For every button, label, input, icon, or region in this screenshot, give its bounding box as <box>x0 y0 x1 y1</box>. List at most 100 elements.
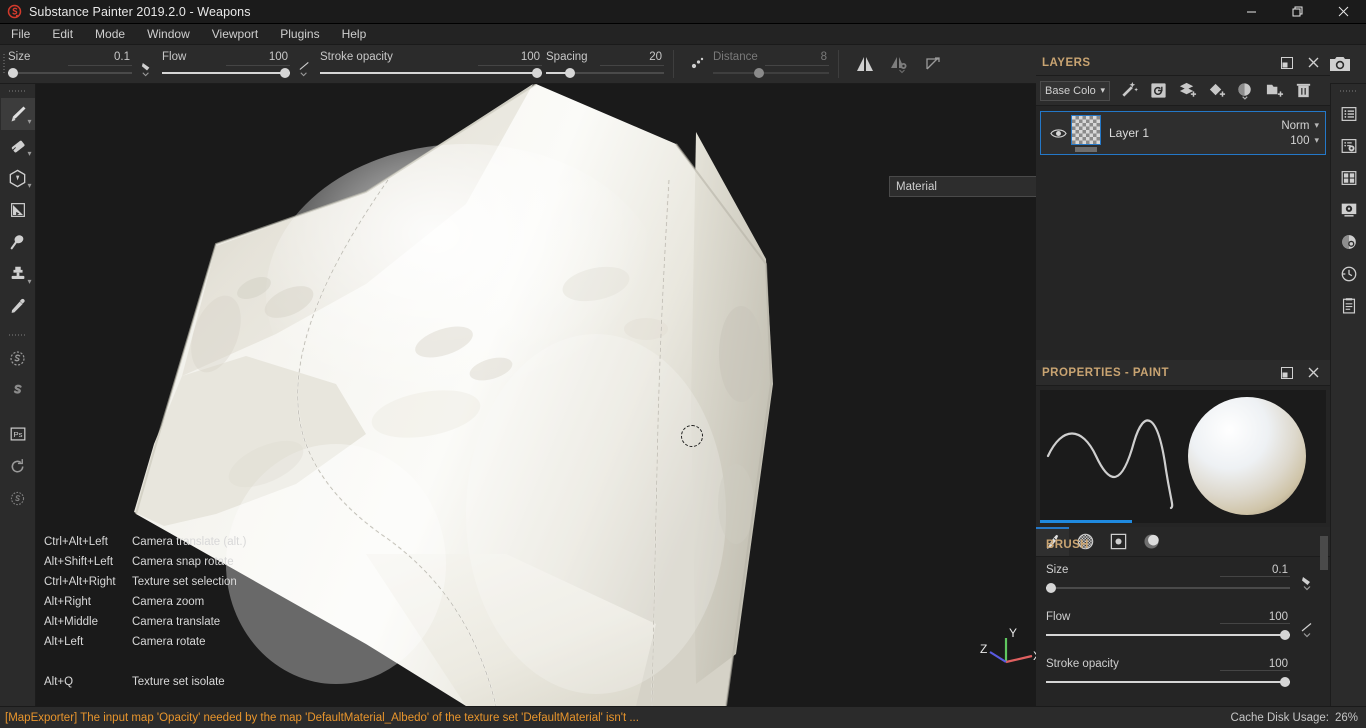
menu-mode[interactable]: Mode <box>84 24 136 45</box>
size-slider[interactable] <box>8 67 132 79</box>
property-size-label: Size <box>1046 564 1069 576</box>
menu-viewport[interactable]: Viewport <box>201 24 269 45</box>
texture-set-settings-button[interactable] <box>1332 130 1366 162</box>
float-panel-icon[interactable] <box>1276 362 1298 384</box>
flow-slider[interactable] <box>162 67 290 79</box>
layer-name[interactable]: Layer 1 <box>1109 126 1149 140</box>
substance-particle-tool[interactable] <box>1 342 35 374</box>
layer-opacity-value: 100 <box>1290 134 1310 147</box>
refresh-icon-button[interactable] <box>1 450 35 482</box>
folder-add-icon[interactable] <box>1261 78 1288 104</box>
add-effect-button[interactable] <box>1116 78 1143 104</box>
flow-dynamics-button[interactable] <box>290 45 320 84</box>
paint-brush-tool[interactable]: ▾ <box>0 98 35 130</box>
viewport-canvas[interactable]: Material ▾ Ctrl+Alt+Left Camera translat… <box>36 84 1054 706</box>
toolbar-grip[interactable] <box>0 45 8 84</box>
left-rail-grip[interactable] <box>8 84 27 98</box>
spacing-dynamics-icon[interactable] <box>683 45 713 84</box>
eye-icon[interactable] <box>1047 127 1069 140</box>
shortcut-row: Ctrl+Alt+Right Texture set selection <box>44 572 246 592</box>
table-row[interactable]: Layer 1 Norm ▾ 100 ▾ <box>1040 111 1326 155</box>
viewport-3d[interactable]: Material ▾ Ctrl+Alt+Left Camera translat… <box>36 84 1054 706</box>
substance-source-button[interactable] <box>1 482 35 514</box>
projection-tool[interactable]: ▾ <box>1 162 35 194</box>
maximize-button[interactable] <box>1274 0 1320 24</box>
flow-label: Flow <box>162 51 187 63</box>
smart-material-icon[interactable] <box>1232 78 1259 104</box>
menu-plugins[interactable]: Plugins <box>269 24 330 45</box>
minimize-button[interactable] <box>1228 0 1274 24</box>
statusbar: [MapExporter] The input map 'Opacity' ne… <box>0 706 1366 728</box>
log-button[interactable] <box>1332 290 1366 322</box>
stroke-opacity-value[interactable]: 100 <box>478 49 542 66</box>
close-icon[interactable] <box>1302 52 1324 74</box>
symmetry-settings-icon[interactable] <box>882 45 916 84</box>
svg-text:Z: Z <box>980 642 987 656</box>
distance-slider[interactable] <box>713 67 829 79</box>
flow-dynamics-icon[interactable] <box>1296 619 1320 643</box>
substance-s-tool[interactable] <box>1 374 35 406</box>
property-stroke-opacity-value[interactable]: 100 <box>1220 658 1290 671</box>
menu-file[interactable]: File <box>0 24 41 45</box>
history-button[interactable] <box>1332 258 1366 290</box>
add-fill-layer-button[interactable] <box>1174 78 1201 104</box>
smudge-tool[interactable] <box>1 226 35 258</box>
brush-preview <box>1040 390 1326 523</box>
menu-edit[interactable]: Edit <box>41 24 84 45</box>
close-button[interactable] <box>1320 0 1366 24</box>
chevron-down-icon: ▾ <box>27 149 32 158</box>
property-stroke-opacity-slider[interactable] <box>1046 676 1290 688</box>
polygon-fill-tool[interactable] <box>1 194 35 226</box>
material-picker-tool[interactable] <box>1 290 35 322</box>
brush-dynamics-icon[interactable] <box>1296 572 1320 596</box>
layer-blend-mode[interactable]: Norm ▾ <box>1281 120 1319 132</box>
projection-icon[interactable] <box>916 45 950 84</box>
right-rail-grip[interactable] <box>1339 84 1358 98</box>
svg-text:Y: Y <box>1009 626 1017 640</box>
stroke-opacity-slider[interactable] <box>320 67 542 79</box>
photoshop-link-button[interactable]: Ps <box>1 418 35 450</box>
chevron-down-icon: ▾ <box>1100 85 1105 95</box>
shortcut-row: Ctrl+Alt+Left Camera translate (alt.) <box>44 532 246 552</box>
float-panel-icon[interactable] <box>1276 52 1298 74</box>
property-size-slider[interactable] <box>1046 582 1290 594</box>
shortcut-desc: Camera snap rotate <box>132 556 234 568</box>
size-dynamics-button[interactable] <box>132 45 162 84</box>
left-rail-grip-2[interactable] <box>8 328 27 342</box>
material-dropdown[interactable]: Material ▾ <box>889 176 1054 197</box>
shortcut-desc: Camera zoom <box>132 596 205 608</box>
menu-help[interactable]: Help <box>331 24 378 45</box>
axis-gizmo[interactable]: Y X Z <box>980 626 1044 682</box>
layer-opacity[interactable]: 100 ▾ <box>1290 135 1319 147</box>
channel-dropdown[interactable]: Base Colo ▾ <box>1040 80 1110 101</box>
flow-value[interactable]: 100 <box>226 49 290 66</box>
properties-scrollbar[interactable] <box>1320 536 1328 570</box>
display-settings-button[interactable] <box>1332 194 1366 226</box>
layer-list[interactable]: Layer 1 Norm ▾ 100 ▾ <box>1036 107 1330 360</box>
substance-logo-icon <box>6 4 22 20</box>
add-paint-layer-button[interactable] <box>1145 78 1172 104</box>
properties-panel: PROPERTIES - PAINT BRUSH Size 0.1 Flow 1… <box>1036 360 1330 706</box>
eraser-tool[interactable]: ▾ <box>1 130 35 162</box>
trash-icon[interactable] <box>1290 78 1317 104</box>
menu-window[interactable]: Window <box>136 24 201 45</box>
property-flow-value[interactable]: 100 <box>1220 611 1290 624</box>
property-size-value[interactable]: 0.1 <box>1220 564 1290 577</box>
symmetry-icon[interactable] <box>848 45 882 84</box>
toolbar-divider-2 <box>838 50 839 78</box>
bucket-add-icon[interactable] <box>1203 78 1230 104</box>
distance-value[interactable]: 8 <box>765 49 829 66</box>
shortcut-row: Alt+Middle Camera translate <box>44 612 246 632</box>
texture-set-list-button[interactable] <box>1332 162 1366 194</box>
shader-settings-button[interactable] <box>1332 226 1366 258</box>
clone-stamp-tool[interactable]: ▾ <box>1 258 35 290</box>
property-flow-slider[interactable] <box>1046 629 1290 641</box>
shortcut-desc: Camera translate (alt.) <box>132 536 247 548</box>
properties-body: BRUSH Size 0.1 Flow 100 Stroke opacity 1… <box>1036 531 1330 706</box>
shelf-panel-button[interactable] <box>1332 98 1366 130</box>
spacing-value[interactable]: 20 <box>600 49 664 66</box>
layer-thumbnail[interactable] <box>1071 114 1101 152</box>
close-icon[interactable] <box>1302 362 1324 384</box>
size-value[interactable]: 0.1 <box>68 49 132 66</box>
spacing-slider[interactable] <box>546 67 664 79</box>
